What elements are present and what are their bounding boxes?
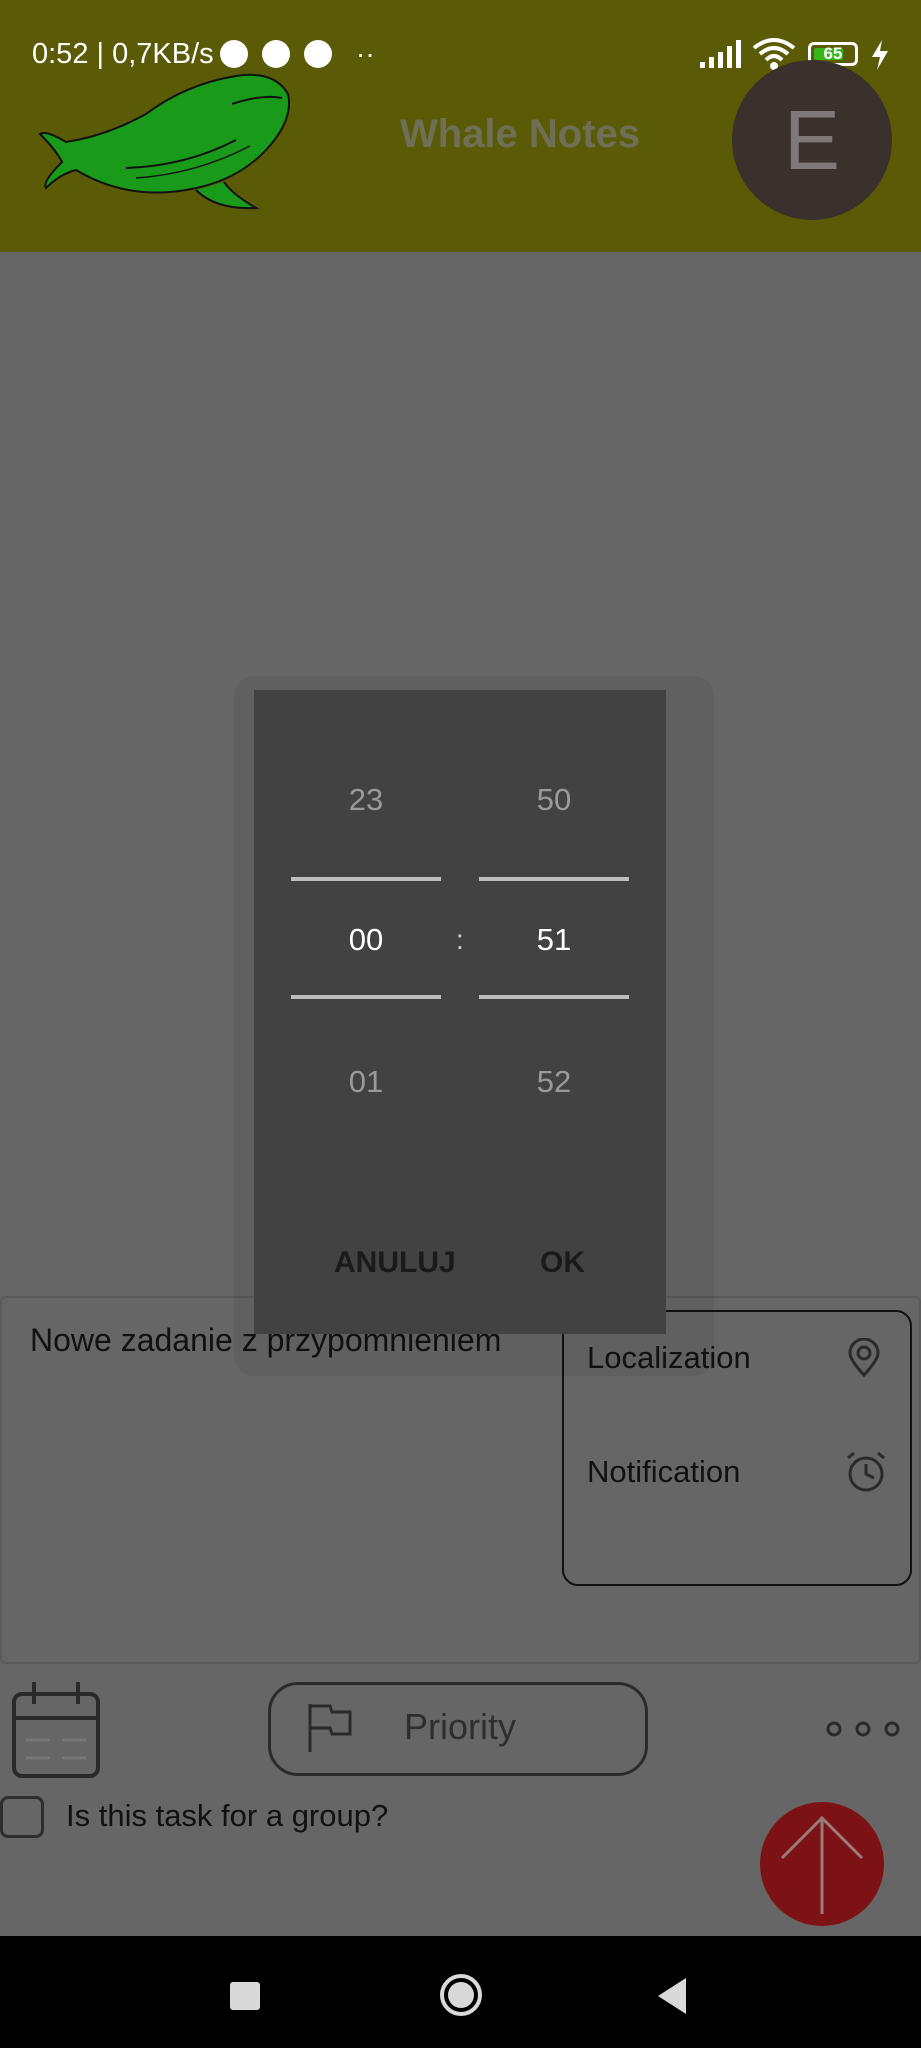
minute-divider-top [479,877,629,881]
whale-logo [38,73,290,210]
app-notification-icon [220,40,248,68]
more-notifications-icon: ·· [356,38,375,69]
back-icon[interactable] [654,1976,688,2016]
hour-divider-top [291,877,441,881]
alarm-clock-icon[interactable] [844,1450,888,1494]
app-title: Whale Notes [400,112,641,156]
home-icon[interactable] [438,1972,484,2018]
signal-icon [700,40,741,68]
hour-selected[interactable]: 00 [291,922,441,958]
group-task-label: Is this task for a group? [66,1798,389,1833]
group-task-checkbox[interactable] [0,1796,44,1838]
ok-button[interactable]: OK [540,1246,585,1280]
minute-divider-bottom [479,995,629,999]
app-notification-icon-2 [304,40,332,68]
arrow-up-icon [780,1815,864,1914]
status-time: 0:52 | 0,7KB/s [32,38,214,70]
minute-selected[interactable]: 51 [479,922,629,958]
location-pin-icon[interactable] [846,1338,882,1378]
time-separator: : [456,924,464,955]
hour-divider-bottom [291,995,441,999]
minute-next[interactable]: 52 [479,1064,629,1100]
calendar-icon[interactable] [10,1680,102,1780]
cancel-button[interactable]: ANULUJ [334,1246,456,1280]
priority-label: Priority [404,1706,517,1747]
user-avatar[interactable]: E [732,60,892,220]
hour-prev[interactable]: 23 [291,782,441,818]
flag-icon [308,1704,352,1752]
minute-prev[interactable]: 50 [479,782,629,818]
more-options-icon[interactable] [824,1718,902,1740]
charging-icon [872,40,888,70]
messenger-icon [262,40,290,68]
notification-option[interactable]: Notification [587,1454,740,1490]
recents-icon[interactable] [230,1982,260,2010]
hour-next[interactable]: 01 [291,1064,441,1100]
